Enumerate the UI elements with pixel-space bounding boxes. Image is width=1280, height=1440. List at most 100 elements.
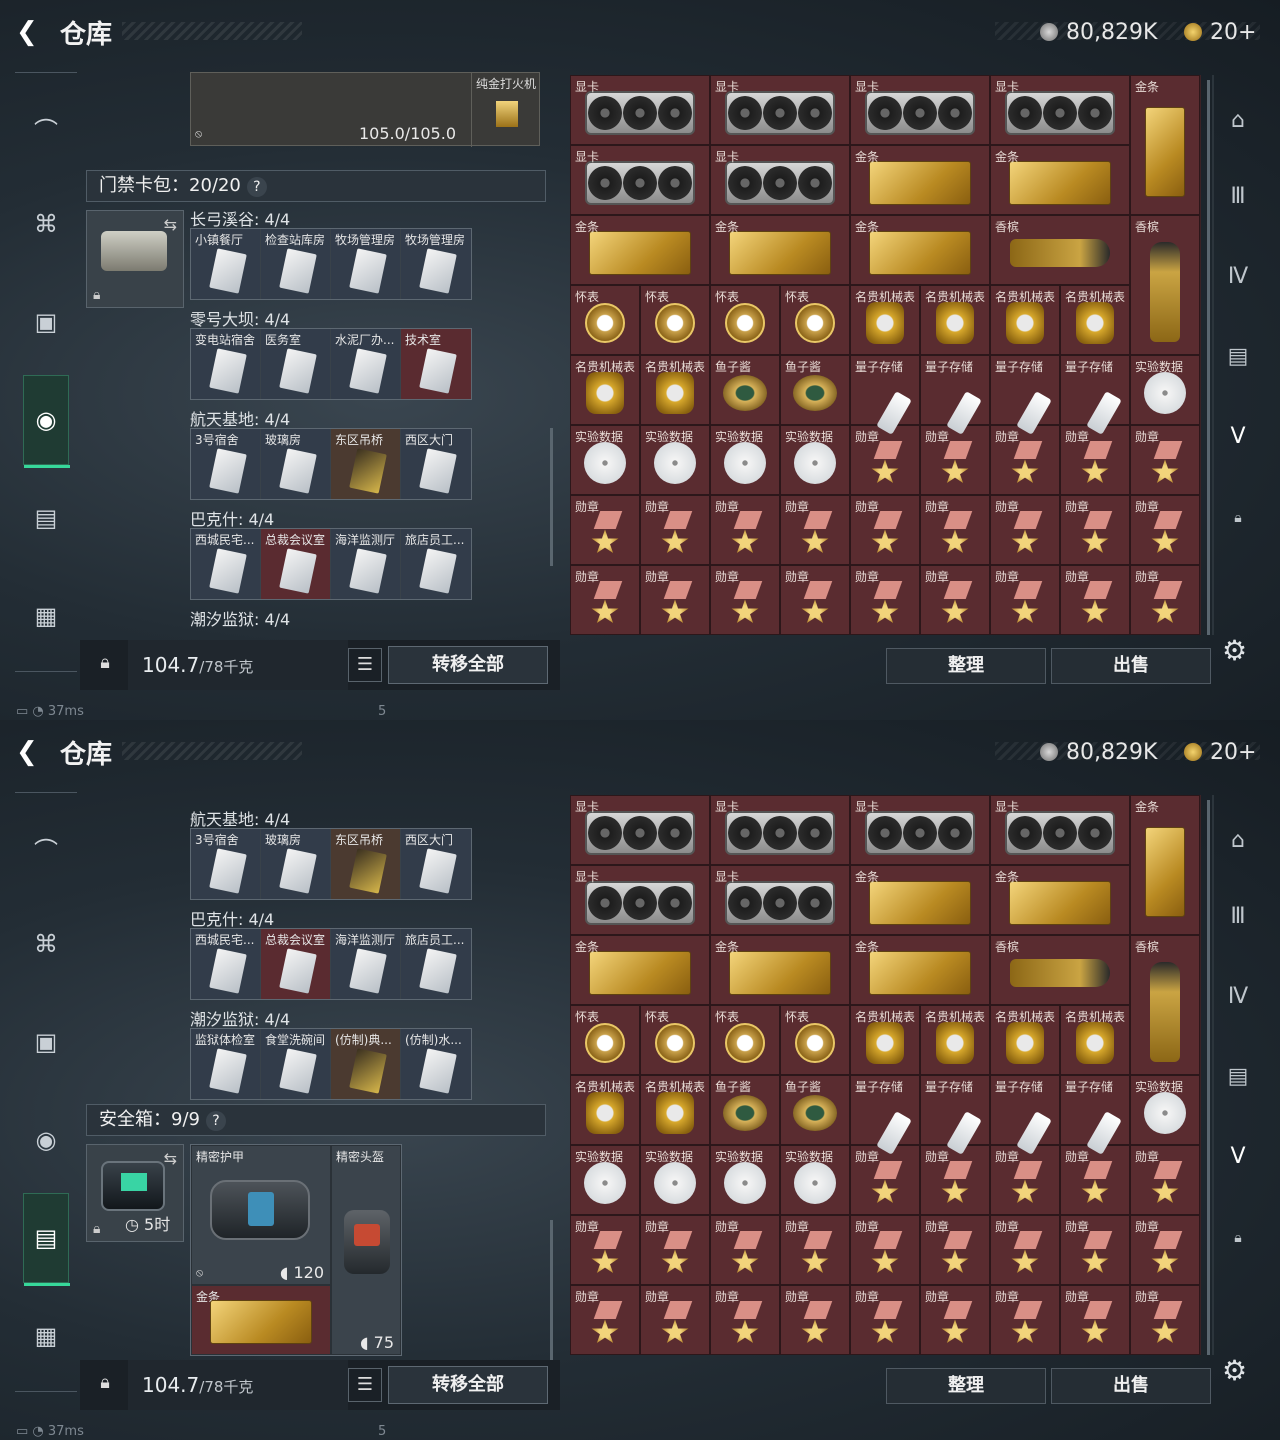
- keycard-item[interactable]: 牧场管理房: [401, 229, 471, 299]
- stash-item[interactable]: 勋章: [920, 1285, 990, 1355]
- keycard-item[interactable]: 总裁会议室: [261, 529, 331, 599]
- keycard-item[interactable]: 牧场管理房: [331, 229, 401, 299]
- pistol-icon[interactable]: ⌒: [23, 803, 69, 893]
- stash-item[interactable]: 勋章: [1060, 425, 1130, 495]
- left-scrollbar[interactable]: [550, 428, 553, 566]
- stash-item[interactable]: 勋章: [570, 495, 640, 565]
- stash-item[interactable]: 金条: [1130, 795, 1200, 935]
- stash-item[interactable]: 勋章: [640, 565, 710, 635]
- stash-item[interactable]: 勋章: [570, 1285, 640, 1355]
- stash-item[interactable]: 实验数据: [710, 425, 780, 495]
- keycard-item[interactable]: 3号宿舍: [191, 829, 261, 899]
- stash-item[interactable]: 勋章: [710, 1215, 780, 1285]
- stash-item[interactable]: 显卡: [570, 145, 710, 215]
- stash-item[interactable]: 显卡: [850, 75, 990, 145]
- stash-item[interactable]: 勋章: [1060, 1145, 1130, 1215]
- stash-item[interactable]: 显卡: [710, 865, 850, 935]
- keycard-item[interactable]: (仿制)典...: [331, 1029, 401, 1099]
- stash-item[interactable]: 勋章: [1130, 1215, 1200, 1285]
- stash-item[interactable]: 勋章: [570, 565, 640, 635]
- tier4-icon[interactable]: Ⅳ: [1214, 246, 1262, 306]
- briefcase-icon[interactable]: ▦: [23, 571, 69, 661]
- backpack-icon[interactable]: ◉: [23, 1095, 69, 1185]
- keycard-item[interactable]: 玻璃房: [261, 429, 331, 499]
- stash-item[interactable]: 勋章: [710, 1285, 780, 1355]
- tier5-icon[interactable]: Ⅴ: [1214, 406, 1262, 466]
- stash-scrollbar[interactable]: [1207, 80, 1210, 635]
- stash-item[interactable]: 量子存储: [1060, 355, 1130, 436]
- stash-item[interactable]: 勋章: [990, 1145, 1060, 1215]
- stash-item[interactable]: 怀表: [570, 285, 640, 355]
- pistol-icon[interactable]: ⌒: [23, 83, 69, 173]
- keycard-item[interactable]: 总裁会议室: [261, 929, 331, 999]
- stash-item[interactable]: 显卡: [570, 865, 710, 935]
- stash-item[interactable]: 勋章: [780, 565, 850, 635]
- stash-item[interactable]: 勋章: [990, 495, 1060, 565]
- stash-item[interactable]: 金条: [850, 145, 990, 215]
- stash-item[interactable]: 勋章: [640, 495, 710, 565]
- keycard-item[interactable]: 监狱体检室: [191, 1029, 261, 1099]
- stash-item[interactable]: 鱼子酱: [780, 1075, 850, 1145]
- stash-item[interactable]: 勋章: [780, 1215, 850, 1285]
- tier4-box-icon[interactable]: ▤: [1214, 326, 1262, 386]
- gold-bar-item[interactable]: 金条: [191, 1285, 331, 1355]
- left-scrollbar[interactable]: [550, 1220, 553, 1360]
- sort-button[interactable]: 整理: [886, 648, 1046, 684]
- helmet-icon[interactable]: ⌂: [1214, 810, 1262, 870]
- armor-icon[interactable]: ⌘: [23, 179, 69, 269]
- tier3-icon[interactable]: Ⅲ: [1214, 886, 1262, 946]
- stash-item[interactable]: 名贵机械表: [850, 285, 920, 355]
- stash-item[interactable]: 量子存储: [1060, 1075, 1130, 1156]
- keycard-item[interactable]: 变电站宿舍: [191, 329, 261, 399]
- back-arrow-icon[interactable]: ❮: [16, 738, 44, 766]
- stash-item[interactable]: 名贵机械表: [920, 1005, 990, 1075]
- help-icon[interactable]: ?: [205, 1111, 226, 1131]
- keycard-item[interactable]: 旅店员工...: [401, 529, 471, 599]
- list-view-button[interactable]: ☰: [348, 1368, 382, 1402]
- stash-item[interactable]: 勋章: [1130, 425, 1200, 495]
- stash-item[interactable]: 金条: [570, 935, 710, 1005]
- top-item[interactable]: ⦸ 105.0/105.0 纯金打火机: [190, 72, 540, 147]
- keycard-item[interactable]: 西区大门: [401, 829, 471, 899]
- stash-item[interactable]: 勋章: [710, 565, 780, 635]
- stash-item[interactable]: 勋章: [920, 1215, 990, 1285]
- stash-item[interactable]: 名贵机械表: [570, 355, 640, 425]
- stash-item[interactable]: 名贵机械表: [850, 1005, 920, 1075]
- keycard-item[interactable]: 旅店员工...: [401, 929, 471, 999]
- stash-item[interactable]: 勋章: [1060, 1215, 1130, 1285]
- safe-case-icon[interactable]: ▤: [23, 1193, 70, 1286]
- stash-item[interactable]: 勋章: [920, 1145, 990, 1215]
- stash-item[interactable]: 勋章: [1060, 1285, 1130, 1355]
- stash-item[interactable]: 勋章: [1130, 1145, 1200, 1215]
- stash-item[interactable]: 勋章: [570, 1215, 640, 1285]
- back-arrow-icon[interactable]: ❮: [16, 18, 44, 46]
- stash-item[interactable]: 香槟: [990, 935, 1130, 1005]
- help-icon[interactable]: ?: [246, 177, 267, 197]
- stash-item[interactable]: 香槟: [1130, 935, 1200, 1075]
- stash-item[interactable]: 名贵机械表: [640, 355, 710, 425]
- stash-item[interactable]: 实验数据: [640, 425, 710, 495]
- keycard-item[interactable]: 西城民宅...: [191, 529, 261, 599]
- stash-item[interactable]: 鱼子酱: [710, 1075, 780, 1145]
- stash-item[interactable]: 量子存储: [850, 355, 920, 436]
- keycard-item[interactable]: 海洋监测厅: [331, 529, 401, 599]
- safe-case-icon[interactable]: ▤: [23, 473, 69, 563]
- stash-item[interactable]: 名贵机械表: [990, 1005, 1060, 1075]
- stash-item[interactable]: 显卡: [990, 795, 1130, 865]
- stash-item[interactable]: 勋章: [710, 495, 780, 565]
- stash-item[interactable]: 怀表: [710, 285, 780, 355]
- stash-item[interactable]: 实验数据: [570, 425, 640, 495]
- stash-item[interactable]: 金条: [710, 215, 850, 285]
- stash-item[interactable]: 勋章: [780, 1285, 850, 1355]
- stash-item[interactable]: 勋章: [990, 425, 1060, 495]
- stash-scrollbar[interactable]: [1207, 800, 1210, 1355]
- keycard-holder[interactable]: ⇆ 🔒︎: [86, 210, 184, 308]
- stash-item[interactable]: 名贵机械表: [990, 285, 1060, 355]
- stash-item[interactable]: 实验数据: [640, 1145, 710, 1215]
- stash-item[interactable]: 实验数据: [1130, 1075, 1200, 1145]
- swap-icon[interactable]: ⇆: [164, 1149, 177, 1168]
- stash-item[interactable]: 怀表: [570, 1005, 640, 1075]
- stash-item[interactable]: 名贵机械表: [1060, 1005, 1130, 1075]
- tier4-box-icon[interactable]: ▤: [1214, 1046, 1262, 1106]
- stash-item[interactable]: 名贵机械表: [920, 285, 990, 355]
